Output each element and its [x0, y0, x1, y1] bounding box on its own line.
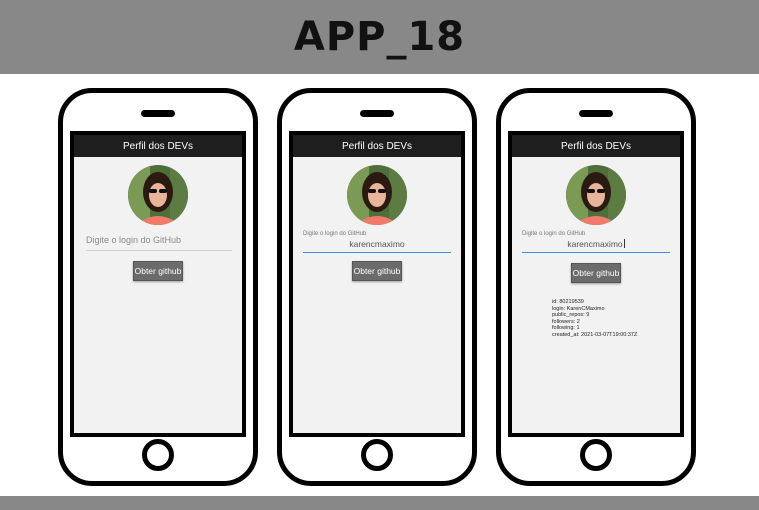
- github-login-label: Digite o login do GitHub: [522, 231, 586, 237]
- github-login-label: Digite o login do GitHub: [303, 231, 367, 237]
- app-bar-title: Perfil dos DEVs: [122, 140, 194, 152]
- avatar-photo-icon: [128, 165, 188, 225]
- app-bar-title: Perfil dos DEVs: [341, 140, 413, 152]
- obter-github-button[interactable]: Obter github: [352, 261, 402, 281]
- speaker-grille: [579, 110, 613, 117]
- github-login-value: karencmaximo: [349, 239, 405, 249]
- speaker-grille: [360, 110, 394, 117]
- bottom-bar: [0, 496, 759, 510]
- avatar-photo-icon: [347, 165, 407, 225]
- github-login-input[interactable]: karencmaximo: [303, 239, 451, 253]
- phone-screen-2: Perfil dos DEVs Digite o login do GitHub…: [289, 131, 465, 437]
- app-bar: Perfil dos DEVs: [293, 135, 461, 157]
- phone-screen-1: Perfil dos DEVs Digite o login do GitHub…: [70, 131, 246, 437]
- home-button[interactable]: [361, 439, 393, 471]
- avatar: [566, 165, 626, 225]
- banner-title: APP_18: [293, 14, 466, 60]
- phone-mockup-2: Perfil dos DEVs Digite o login do GitHub…: [277, 88, 477, 486]
- top-banner: APP_18: [0, 0, 759, 74]
- avatar-photo-icon: [566, 165, 626, 225]
- obter-github-button[interactable]: Obter github: [133, 261, 183, 281]
- phone-mockup-3: Perfil dos DEVs Digite o login do GitHub…: [496, 88, 696, 486]
- phone-screen-3: Perfil dos DEVs Digite o login do GitHub…: [508, 131, 684, 437]
- github-login-input[interactable]: karencmaximo: [522, 239, 670, 253]
- result-line: created_at: 2021-03-07T19:00:37Z: [552, 331, 638, 338]
- github-result-info: id: 80219539 login: KarenCMaximo public_…: [552, 299, 637, 338]
- app-bar: Perfil dos DEVs: [74, 135, 242, 157]
- app-bar-title: Perfil dos DEVs: [560, 140, 632, 152]
- speaker-grille: [141, 110, 175, 117]
- text-cursor: [623, 239, 625, 248]
- avatar: [128, 165, 188, 225]
- phone-mockup-1: Perfil dos DEVs Digite o login do GitHub…: [58, 88, 258, 486]
- home-button[interactable]: [142, 439, 174, 471]
- github-login-input[interactable]: Digite o login do GitHub: [86, 235, 232, 251]
- obter-github-button[interactable]: Obter github: [571, 263, 621, 283]
- app-bar: Perfil dos DEVs: [512, 135, 680, 157]
- github-login-value: karencmaximo: [567, 239, 623, 249]
- home-button[interactable]: [580, 439, 612, 471]
- avatar: [347, 165, 407, 225]
